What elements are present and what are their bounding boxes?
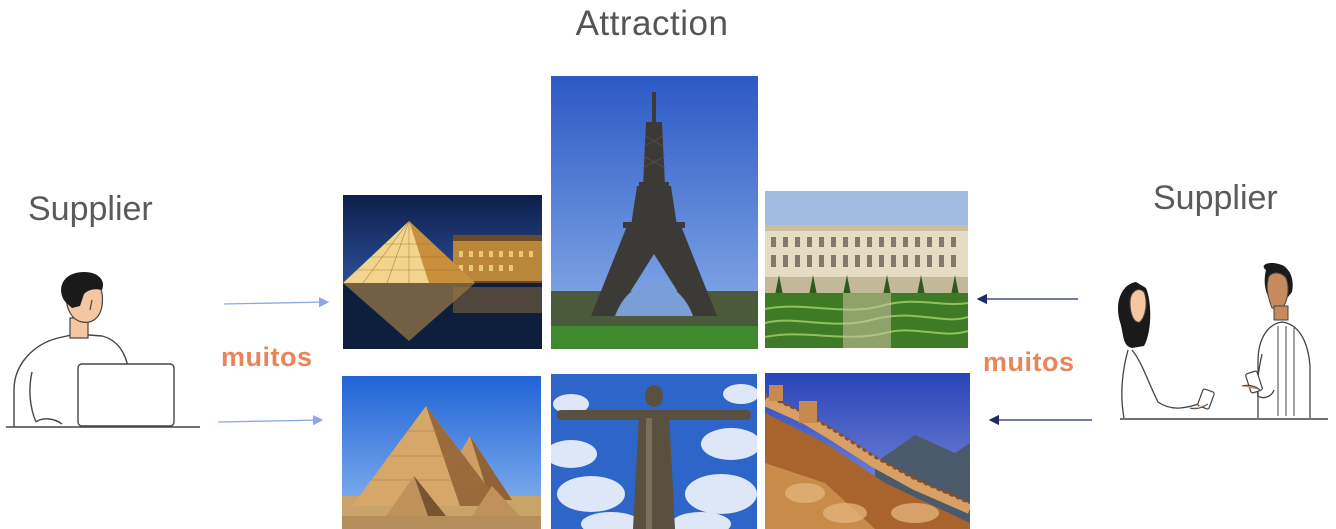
eiffel-tower-photo [551, 76, 758, 349]
great-wall-photo [765, 373, 970, 529]
person-at-laptop-illustration [6, 272, 200, 428]
right-relation-label: muitos [983, 347, 1075, 377]
versailles-palace-photo [765, 191, 968, 348]
diagram-title: Attraction [575, 4, 729, 43]
right-supplier-label: Supplier [1153, 179, 1278, 217]
arrow-right-top [223, 296, 330, 308]
louvre-pyramid-photo [343, 195, 542, 349]
christ-the-redeemer-photo [551, 374, 757, 529]
arrow-right-bottom [218, 414, 324, 426]
left-relation-label: muitos [221, 342, 313, 372]
giza-pyramids-photo [342, 376, 541, 529]
two-people-meeting-illustration [1117, 263, 1328, 420]
left-supplier-label: Supplier [28, 190, 153, 228]
